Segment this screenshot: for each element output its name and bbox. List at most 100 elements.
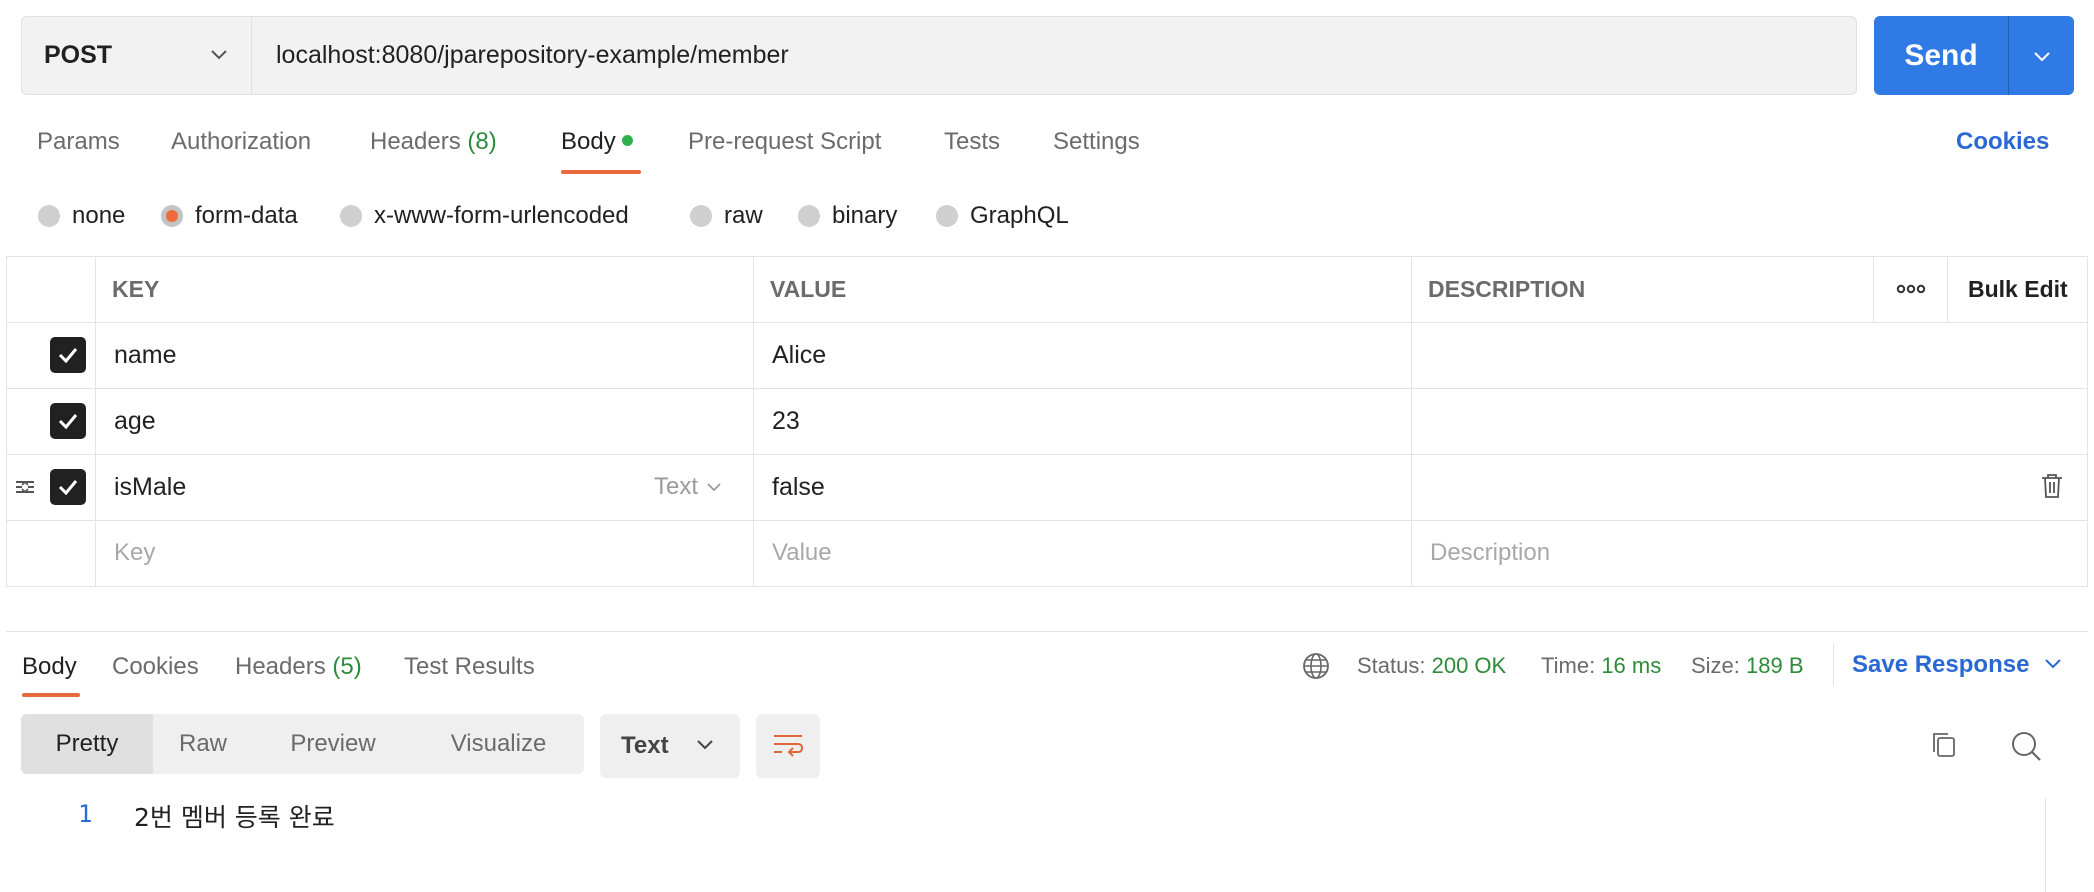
column-header-description: DESCRIPTION bbox=[1428, 275, 1586, 302]
radio-none[interactable]: none bbox=[38, 202, 125, 230]
save-response-label: Save Response bbox=[1852, 651, 2030, 678]
status-label: Status: bbox=[1357, 653, 1426, 678]
delete-row-button[interactable] bbox=[2040, 473, 2064, 504]
chevron-down-icon bbox=[211, 50, 227, 60]
method-select[interactable]: POST bbox=[22, 17, 252, 94]
tab-body[interactable]: Body bbox=[561, 128, 633, 156]
tab-params[interactable]: Params bbox=[37, 128, 120, 156]
tab-label: Params bbox=[37, 128, 120, 155]
wrap-lines-button[interactable] bbox=[756, 714, 820, 778]
chevron-down-icon bbox=[697, 740, 713, 750]
copy-button[interactable] bbox=[1930, 730, 1958, 765]
headers-count: (8) bbox=[467, 128, 497, 155]
view-mode-raw[interactable]: Raw bbox=[153, 714, 253, 774]
status-value: 200 OK bbox=[1431, 653, 1507, 678]
copy-icon bbox=[1933, 733, 1955, 757]
new-value-input[interactable]: Value bbox=[772, 520, 832, 586]
param-key[interactable]: isMale bbox=[114, 454, 186, 520]
table-border bbox=[1411, 256, 1412, 586]
format-select[interactable]: Text bbox=[600, 714, 740, 778]
table-border bbox=[753, 256, 754, 586]
param-key[interactable]: name bbox=[114, 322, 177, 388]
send-button[interactable]: Send bbox=[1874, 16, 2008, 95]
table-border bbox=[6, 256, 2088, 257]
tab-label: Settings bbox=[1053, 128, 1140, 155]
tab-label: Pre-request Script bbox=[688, 128, 882, 155]
type-label: Text bbox=[654, 473, 699, 500]
tab-settings[interactable]: Settings bbox=[1053, 128, 1140, 156]
drag-handle[interactable] bbox=[14, 476, 36, 503]
tab-pre-request-script[interactable]: Pre-request Script bbox=[688, 128, 881, 156]
size-info[interactable]: Size: 189 B bbox=[1691, 653, 1804, 679]
response-tab-cookies[interactable]: Cookies bbox=[112, 653, 199, 681]
param-value[interactable]: false bbox=[772, 454, 825, 520]
table-border bbox=[6, 586, 2088, 587]
row-checkbox[interactable] bbox=[50, 337, 86, 373]
status-info[interactable]: Status: 200 OK bbox=[1357, 653, 1506, 679]
response-tab-headers[interactable]: Headers (5) bbox=[235, 653, 362, 681]
table-border bbox=[6, 454, 2088, 455]
tab-label: Headers bbox=[235, 653, 326, 680]
view-mode-switch: Pretty Raw Preview Visualize bbox=[21, 714, 584, 774]
url-input[interactable]: localhost:8080/jparepository-example/mem… bbox=[276, 17, 789, 94]
network-info-button[interactable] bbox=[1302, 652, 1330, 685]
radio-form-data[interactable]: form-data bbox=[161, 202, 298, 230]
tab-authorization[interactable]: Authorization bbox=[171, 128, 311, 156]
view-mode-pretty[interactable]: Pretty bbox=[21, 714, 153, 774]
scrollbar[interactable] bbox=[2045, 798, 2046, 892]
format-label: Text bbox=[621, 732, 669, 759]
tab-label: Tests bbox=[944, 128, 1001, 155]
table-border bbox=[6, 520, 2088, 521]
tab-label: Body bbox=[561, 128, 616, 155]
method-label: POST bbox=[44, 41, 113, 69]
radio-raw[interactable]: raw bbox=[690, 202, 763, 230]
tab-label: Test Results bbox=[404, 653, 535, 680]
send-options-button[interactable] bbox=[2009, 16, 2074, 95]
row-checkbox[interactable] bbox=[50, 403, 86, 439]
view-mode-visualize[interactable]: Visualize bbox=[413, 714, 584, 774]
param-value[interactable]: 23 bbox=[772, 388, 800, 454]
pane-divider[interactable] bbox=[6, 631, 2088, 632]
tab-label: Authorization bbox=[171, 128, 312, 155]
table-border bbox=[6, 322, 2088, 323]
save-response-button[interactable]: Save Response bbox=[1852, 651, 2062, 679]
radio-label: raw bbox=[724, 202, 763, 229]
radio-icon bbox=[936, 205, 958, 227]
radio-binary[interactable]: binary bbox=[798, 202, 897, 230]
bulk-edit-button[interactable]: Bulk Edit bbox=[1968, 256, 2068, 322]
cookies-link[interactable]: Cookies bbox=[1956, 128, 2049, 156]
radio-selected-icon bbox=[161, 205, 183, 227]
tab-headers[interactable]: Headers (8) bbox=[370, 128, 497, 156]
response-tab-test-results[interactable]: Test Results bbox=[404, 653, 535, 681]
size-value: 189 B bbox=[1746, 653, 1804, 678]
trash-icon bbox=[2042, 474, 2062, 498]
radio-graphql[interactable]: GraphQL bbox=[936, 202, 1069, 230]
drag-handle-icon bbox=[16, 480, 34, 494]
tab-tests[interactable]: Tests bbox=[944, 128, 1000, 156]
search-icon bbox=[2012, 732, 2041, 761]
new-description-input[interactable]: Description bbox=[1430, 520, 1550, 586]
radio-icon bbox=[690, 205, 712, 227]
more-horizontal-icon bbox=[1896, 284, 1925, 294]
radio-icon bbox=[340, 205, 362, 227]
search-button[interactable] bbox=[2010, 730, 2042, 767]
param-value[interactable]: Alice bbox=[772, 322, 826, 388]
view-mode-preview[interactable]: Preview bbox=[253, 714, 413, 774]
more-options-button[interactable] bbox=[1874, 256, 1947, 322]
response-tab-body[interactable]: Body bbox=[22, 653, 77, 681]
param-key[interactable]: age bbox=[114, 388, 156, 454]
new-key-input[interactable]: Key bbox=[114, 520, 155, 586]
table-border bbox=[2087, 256, 2088, 586]
time-info[interactable]: Time: 16 ms bbox=[1541, 653, 1661, 679]
type-select[interactable]: Text bbox=[654, 454, 722, 520]
column-header-value: VALUE bbox=[770, 275, 847, 302]
modified-dot-icon bbox=[621, 135, 633, 146]
row-checkbox[interactable] bbox=[50, 469, 86, 505]
radio-x-www-form-urlencoded[interactable]: x-www-form-urlencoded bbox=[340, 202, 629, 230]
radio-icon bbox=[798, 205, 820, 227]
active-tab-indicator bbox=[561, 170, 641, 174]
table-border bbox=[1947, 256, 1948, 322]
radio-label: none bbox=[72, 202, 126, 229]
chevron-down-icon bbox=[707, 483, 721, 492]
divider bbox=[1833, 644, 1834, 686]
